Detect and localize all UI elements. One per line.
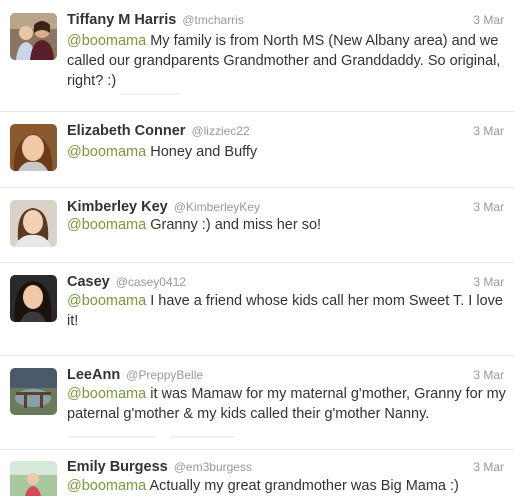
author-name[interactable]: Casey @casey0412 [67, 274, 186, 290]
author-handle[interactable]: @PreppyBelle [126, 368, 203, 382]
author-display-name[interactable]: Tiffany M Harris [67, 12, 176, 28]
tweet-item[interactable]: Elizabeth Conner @lizziec22 3 Mar @boomam… [0, 112, 514, 188]
tweet-item[interactable]: Kimberley Key @KimberleyKey 3 Mar @boomam… [0, 188, 514, 263]
avatar[interactable] [10, 200, 57, 247]
tweet-timestamp[interactable]: 3 Mar [473, 124, 504, 138]
author-display-name[interactable]: Kimberley Key [67, 199, 168, 215]
author-display-name[interactable]: Elizabeth Conner [67, 123, 185, 139]
divider [170, 436, 235, 438]
divider [120, 93, 180, 95]
mention-link[interactable]: @boomama [67, 478, 146, 494]
author-name[interactable]: Kimberley Key @KimberleyKey [67, 199, 260, 215]
author-display-name[interactable]: LeeAnn [67, 367, 120, 383]
author-handle[interactable]: @casey0412 [116, 275, 186, 289]
tweet-feed: Tiffany M Harris @tmcharris 3 Mar @boomam… [0, 0, 514, 496]
author-handle[interactable]: @KimberleyKey [174, 200, 260, 214]
mention-link[interactable]: @boomama [67, 217, 146, 233]
tweet-timestamp[interactable]: 3 Mar [473, 13, 504, 27]
avatar[interactable] [10, 275, 57, 322]
author-display-name[interactable]: Casey [67, 274, 110, 290]
author-display-name[interactable]: Emily Burgess [67, 459, 168, 475]
avatar[interactable] [10, 124, 57, 171]
tweet-text: @boomama it was Mamaw for my maternal g'… [67, 384, 507, 424]
tweet-text: @boomama Honey and Buffy [67, 142, 507, 162]
tweet-timestamp[interactable]: 3 Mar [473, 200, 504, 214]
tweet-text: @boomama Actually my great grandmother w… [67, 476, 507, 496]
mention-link[interactable]: @boomama [67, 144, 146, 160]
author-handle[interactable]: @em3burgess [174, 460, 252, 474]
divider [67, 436, 157, 438]
tweet-text: @boomama I have a friend whose kids call… [67, 291, 507, 331]
avatar[interactable] [10, 368, 57, 415]
tweet-body: Actually my great grandmother was Big Ma… [146, 478, 459, 494]
avatar[interactable] [10, 461, 57, 496]
mention-link[interactable]: @boomama [67, 33, 146, 49]
tweet-timestamp[interactable]: 3 Mar [473, 275, 504, 289]
tweet-timestamp[interactable]: 3 Mar [473, 460, 504, 474]
tweet-body: Granny :) and miss her so! [146, 217, 322, 233]
avatar[interactable] [10, 13, 57, 60]
author-name[interactable]: Elizabeth Conner @lizziec22 [67, 123, 250, 139]
author-handle[interactable]: @lizziec22 [191, 124, 249, 138]
tweet-timestamp[interactable]: 3 Mar [473, 368, 504, 382]
author-name[interactable]: Emily Burgess @em3burgess [67, 459, 252, 475]
tweet-text: @boomama Granny :) and miss her so! [67, 215, 507, 235]
tweet-text: @boomama My family is from North MS (New… [67, 31, 507, 91]
tweet-item[interactable]: Casey @casey0412 3 Mar @boomama I have a … [0, 263, 514, 356]
tweet-item[interactable]: LeeAnn @PreppyBelle 3 Mar @boomama it was… [0, 356, 514, 450]
tweet-body: Honey and Buffy [146, 144, 258, 160]
author-handle[interactable]: @tmcharris [182, 13, 244, 27]
mention-link[interactable]: @boomama [67, 293, 146, 309]
mention-link[interactable]: @boomama [67, 386, 146, 402]
tweet-item[interactable]: Emily Burgess @em3burgess 3 Mar @boomama … [0, 450, 514, 496]
tweet-item[interactable]: Tiffany M Harris @tmcharris 3 Mar @boomam… [0, 0, 514, 112]
author-name[interactable]: LeeAnn @PreppyBelle [67, 367, 203, 383]
author-name[interactable]: Tiffany M Harris @tmcharris [67, 12, 244, 28]
